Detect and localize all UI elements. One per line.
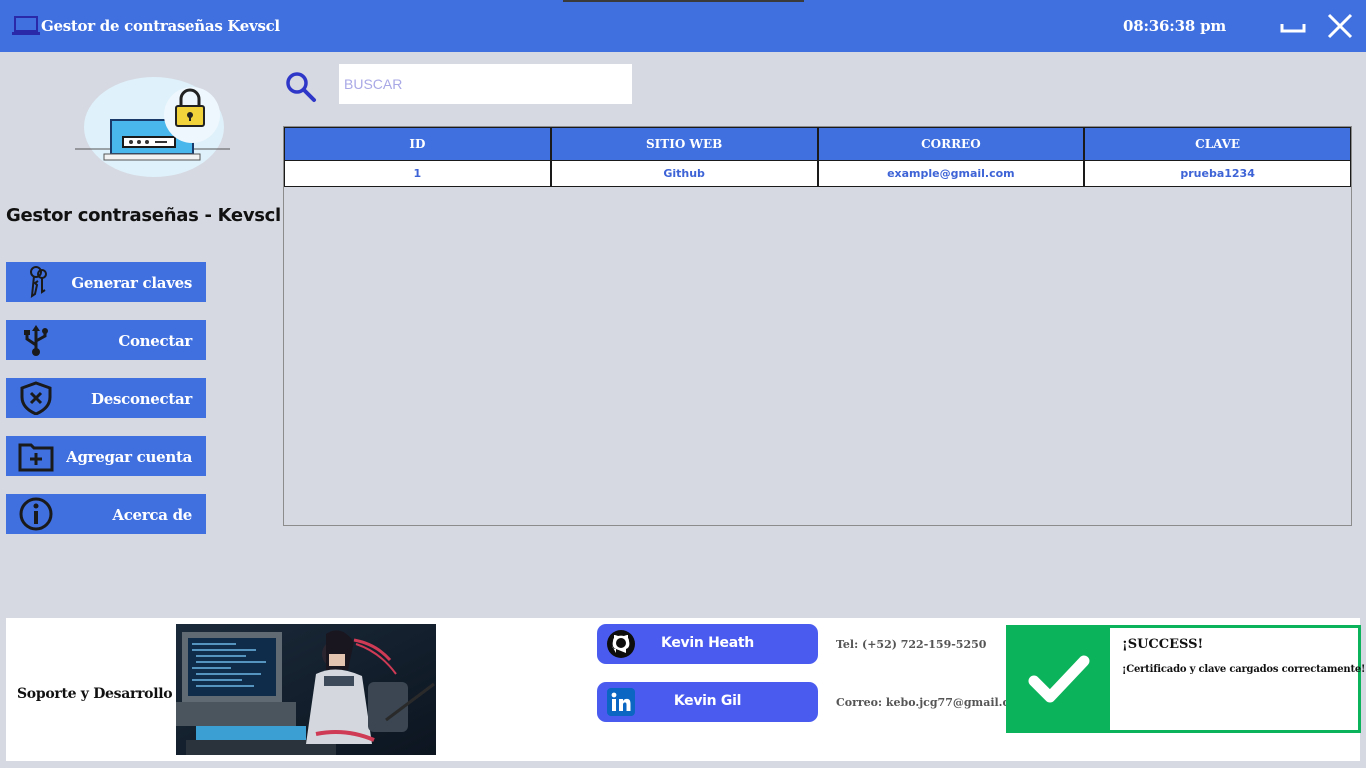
about-button[interactable]: Acerca de (6, 494, 206, 534)
developer-illustration (176, 624, 436, 755)
checkmark-icon (1028, 655, 1090, 703)
search-icon[interactable] (284, 70, 318, 104)
add-account-label: Agregar cuenta (66, 448, 192, 466)
disconnect-label: Desconectar (91, 390, 192, 408)
footer: Soporte y Desarrollo Kevin Heath Kevin G… (6, 618, 1365, 761)
success-title: ¡SUCCESS! (1122, 637, 1204, 652)
table-header: ID SITIO WEB CORREO CLAVE (284, 127, 1351, 161)
app-logo (75, 77, 230, 177)
laptop-icon (12, 16, 40, 35)
column-header-password[interactable]: CLAVE (1084, 127, 1351, 161)
add-account-button[interactable]: Agregar cuenta (6, 436, 206, 476)
generate-keys-button[interactable]: Generar claves (6, 262, 206, 302)
phone-text: Tel: (+52) 722-159-5250 (836, 638, 987, 651)
search-input[interactable] (339, 64, 632, 104)
cell-id[interactable]: 1 (284, 161, 551, 187)
keys-icon (30, 266, 47, 299)
shield-x-icon (20, 381, 52, 415)
close-icon[interactable] (1326, 12, 1354, 40)
linkedin-button[interactable]: Kevin Gil (597, 682, 818, 722)
minimize-icon[interactable] (1278, 14, 1308, 36)
column-header-website[interactable]: SITIO WEB (550, 127, 818, 161)
generate-keys-label: Generar claves (71, 274, 192, 292)
cell-password[interactable]: prueba1234 (1084, 161, 1351, 187)
column-header-email[interactable]: CORREO (817, 127, 1085, 161)
connect-button[interactable]: Conectar (6, 320, 206, 360)
title-bar-accent-line (563, 0, 804, 2)
connect-label: Conectar (118, 332, 192, 350)
email-text: Correo: kebo.jcg77@gmail.com (836, 696, 1029, 709)
disconnect-button[interactable]: Desconectar (6, 378, 206, 418)
title-bar: Gestor de contraseñas Kevscl 08:36:38 pm (0, 0, 1366, 52)
linkedin-label: Kevin Gil (673, 693, 742, 709)
success-message: ¡Certificado y clave cargados correctame… (1122, 664, 1366, 675)
usb-icon (24, 325, 48, 356)
window-title: Gestor de contraseñas Kevscl (41, 17, 280, 35)
table-row[interactable]: 1 Github example@gmail.com prueba1234 (284, 161, 1351, 187)
github-button[interactable]: Kevin Heath (597, 624, 818, 664)
column-header-id[interactable]: ID (284, 127, 551, 161)
success-check-panel (1006, 625, 1110, 733)
info-icon (19, 497, 53, 531)
clock: 08:36:38 pm (1123, 17, 1227, 35)
cell-website[interactable]: Github (550, 161, 818, 187)
folder-plus-icon (18, 443, 54, 472)
support-label: Soporte y Desarrollo (17, 686, 173, 702)
app-name: Gestor contraseñas - Kevscl (6, 205, 281, 226)
success-message-panel: ¡SUCCESS! ¡Certificado y clave cargados … (1110, 625, 1365, 733)
github-label: Kevin Heath (661, 635, 754, 651)
about-label: Acerca de (112, 506, 192, 524)
cell-email[interactable]: example@gmail.com (817, 161, 1085, 187)
accounts-table: ID SITIO WEB CORREO CLAVE 1 Github examp… (283, 126, 1352, 526)
success-notification: ¡SUCCESS! ¡Certificado y clave cargados … (1006, 625, 1365, 733)
